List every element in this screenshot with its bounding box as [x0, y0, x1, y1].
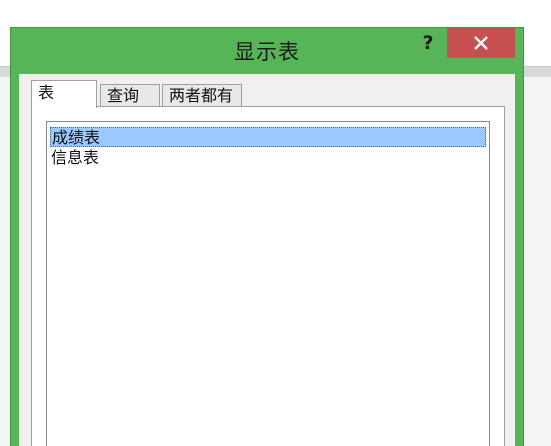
tab-queries[interactable]: 查询	[100, 84, 160, 106]
list-item-scores-table[interactable]: 成绩表	[50, 127, 486, 147]
close-button[interactable]	[447, 28, 515, 58]
tab-panel-tables: 成绩表 信息表	[31, 106, 505, 446]
show-table-dialog: 显示表 ? 表 查询 两者都有 成绩表 信息表	[10, 27, 524, 446]
dialog-titlebar[interactable]: 显示表 ?	[11, 28, 523, 74]
screen: 显示表 ? 表 查询 两者都有 成绩表 信息表	[0, 0, 551, 446]
list-item-info-table[interactable]: 信息表	[50, 148, 486, 168]
tab-tables[interactable]: 表	[31, 80, 97, 108]
tab-both[interactable]: 两者都有	[162, 84, 242, 106]
help-button[interactable]: ?	[415, 30, 441, 56]
dialog-client-area: 表 查询 两者都有 成绩表 信息表	[19, 74, 515, 446]
table-listbox[interactable]: 成绩表 信息表	[46, 121, 490, 446]
close-icon	[474, 36, 488, 50]
